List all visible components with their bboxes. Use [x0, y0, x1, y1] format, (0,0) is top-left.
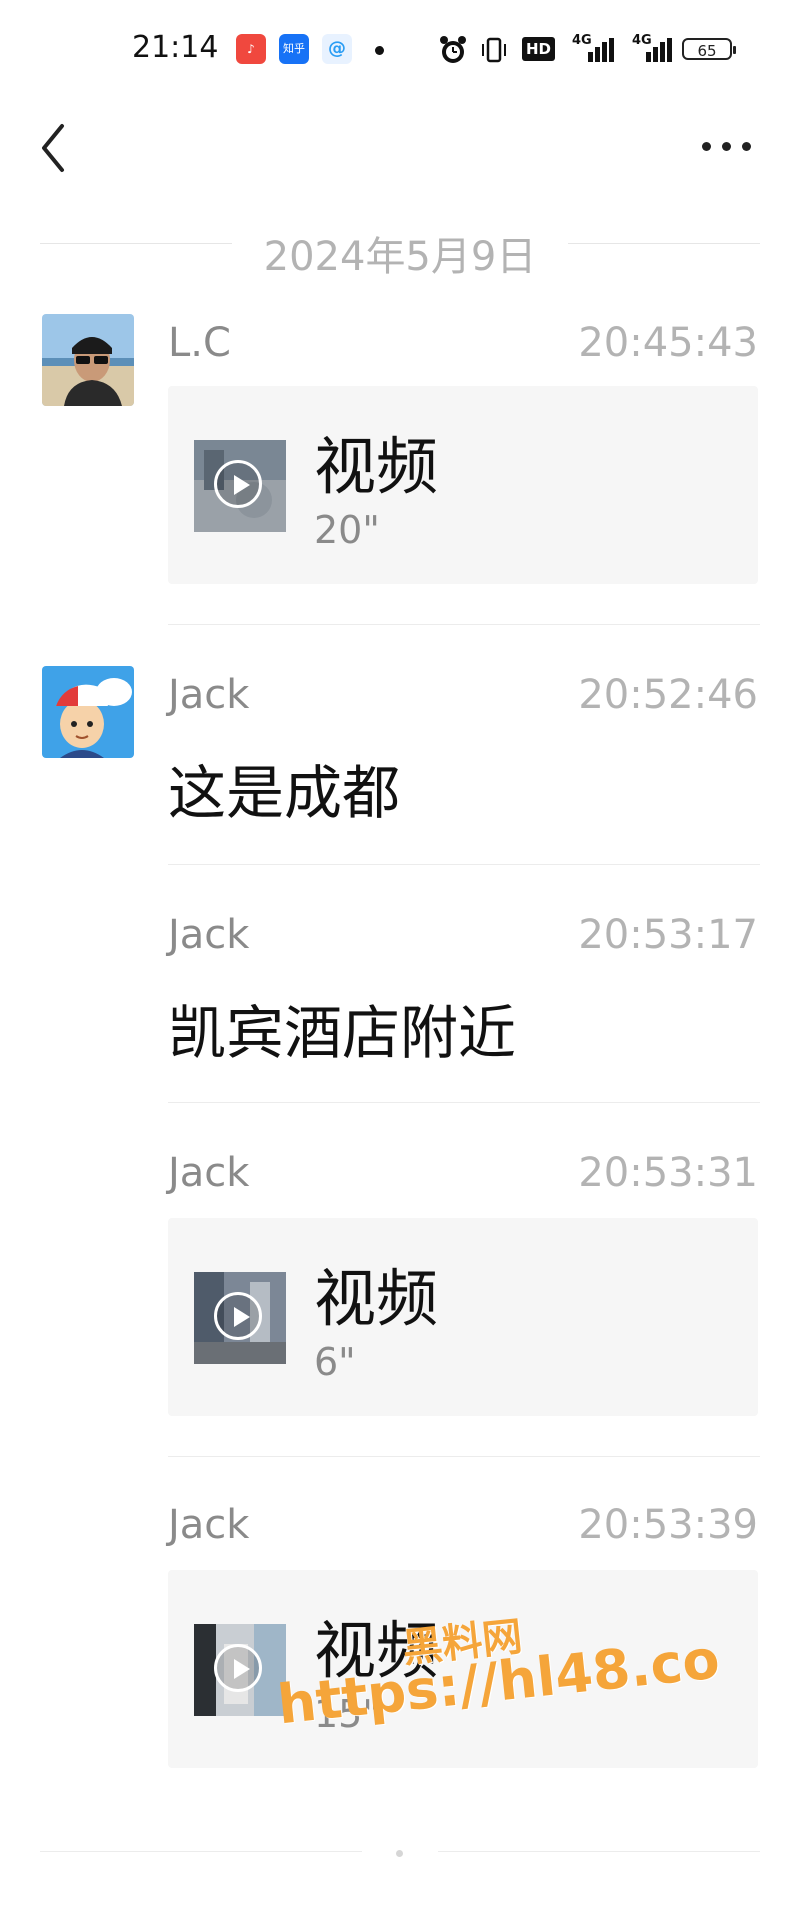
video-duration: 20" — [314, 508, 380, 552]
alarm-icon — [440, 36, 466, 63]
more-dot — [742, 142, 751, 151]
sender-name: Jack — [168, 1502, 250, 1548]
avatar-lc-image — [42, 314, 134, 406]
video-thumbnail — [194, 1624, 286, 1716]
more-dots-icon — [702, 142, 711, 151]
separator-dot — [396, 1850, 403, 1857]
sender-name: Jack — [168, 912, 250, 958]
message-divider — [168, 1456, 760, 1457]
play-icon — [214, 1292, 262, 1340]
message-time: 20:52:46 — [578, 672, 758, 718]
signal-strength-icon-1 — [588, 38, 614, 62]
more-options-button[interactable] — [696, 132, 756, 162]
music-app-icon: ♪ — [236, 34, 266, 64]
sender-name: Jack — [168, 1150, 250, 1196]
avatar-jack-image — [42, 666, 134, 758]
sender-name: Jack — [168, 672, 250, 718]
play-icon — [214, 460, 262, 508]
message-divider — [168, 1102, 760, 1103]
separator-line — [438, 1851, 760, 1852]
chevron-left-icon — [42, 124, 64, 172]
video-message-card[interactable]: 视频 6" — [168, 1218, 758, 1416]
back-button[interactable] — [36, 118, 76, 178]
notification-dot-icon — [375, 46, 384, 55]
vibrate-icon — [482, 37, 506, 63]
message-divider — [168, 864, 760, 865]
date-separator: 2024年5月9日 — [40, 218, 760, 280]
zhihu-app-icon: 知乎 — [279, 34, 309, 64]
message-time: 20:53:39 — [578, 1502, 758, 1548]
separator-line — [568, 243, 760, 244]
message-time: 20:53:17 — [578, 912, 758, 958]
hd-icon: HD — [522, 37, 556, 61]
avatar-jack[interactable] — [42, 666, 134, 758]
status-bar: 21:14 ♪ 知乎 @ HD 4G 4G 65 — [0, 0, 800, 100]
video-message-card[interactable]: 视频 20" — [168, 386, 758, 584]
signal-strength-icon-2 — [646, 38, 672, 62]
video-label: 视频 — [314, 430, 439, 503]
message-time: 20:53:31 — [578, 1150, 758, 1196]
sender-name: L.C — [168, 320, 231, 366]
browser-app-icon: @ — [322, 34, 352, 64]
message-divider — [168, 624, 760, 625]
video-thumbnail — [194, 440, 286, 532]
message-time: 20:45:43 — [578, 320, 758, 366]
more-dot — [722, 142, 731, 151]
video-duration: 6" — [314, 1340, 356, 1384]
bottom-separator — [40, 1850, 760, 1857]
status-time: 21:14 — [132, 30, 219, 65]
separator-line — [40, 1851, 362, 1852]
date-label: 2024年5月9日 — [263, 234, 537, 280]
message-text[interactable]: 这是成都 — [168, 746, 400, 830]
message-text[interactable]: 凯宾酒店附近 — [168, 986, 516, 1070]
avatar-lc[interactable] — [42, 314, 134, 406]
play-icon — [214, 1644, 262, 1692]
video-label: 视频 — [314, 1262, 439, 1335]
battery-indicator: 65 — [682, 38, 736, 60]
video-thumbnail — [194, 1272, 286, 1364]
